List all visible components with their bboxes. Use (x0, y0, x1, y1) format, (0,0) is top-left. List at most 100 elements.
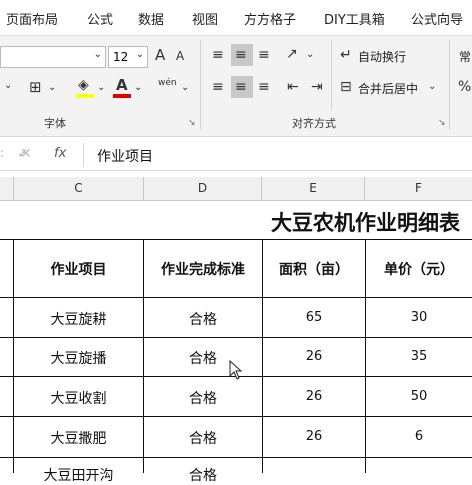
align-middle-icon: ≡ (235, 47, 247, 63)
increase-indent-icon[interactable]: ⇥ (311, 80, 323, 94)
align-center-button[interactable]: ≡ (231, 76, 253, 98)
table-cell[interactable]: 合格 (144, 348, 262, 368)
chevron-down-icon[interactable]: ⌄ (306, 50, 314, 60)
chevron-down-icon[interactable]: ⌄ (97, 83, 105, 93)
header-cell-item[interactable]: 作业项目 (14, 259, 143, 279)
table-cell[interactable]: 6 (366, 429, 472, 444)
column-header-c[interactable]: C (14, 177, 144, 200)
align-middle-button[interactable]: ≡ (231, 44, 253, 66)
table-cell[interactable]: 合格 (144, 428, 262, 448)
formula-bar: : ✕ ✓ fx 作业项目 (0, 140, 472, 171)
table-cell[interactable]: 50 (366, 389, 472, 404)
dialog-launcher-icon[interactable]: ↘ (438, 118, 446, 128)
enter-check-icon[interactable]: ✓ (17, 146, 29, 162)
column-header-e[interactable]: E (262, 177, 365, 200)
table-cell[interactable]: 大豆田开沟 (14, 465, 143, 485)
fill-color-swatch (76, 94, 94, 98)
tab-formula-wizard[interactable]: 公式向导 (411, 9, 463, 28)
header-cell-price[interactable]: 单价（元） (366, 259, 472, 279)
chevron-down-icon[interactable]: ⌄ (4, 81, 12, 91)
wrap-text-label: 自动换行 (358, 50, 407, 64)
font-color-swatch (113, 94, 131, 98)
column-header-f[interactable]: F (365, 177, 472, 200)
table-cell[interactable]: 26 (263, 349, 365, 364)
font-group-label: 字体 (44, 117, 66, 130)
ribbon: ⌄ 12 ⌄ A A ⌄ ⊞ ⌄ ◈ ⌄ A ⌄ wén ⌄ 字体 ↘ ≡ ≡ … (0, 35, 472, 137)
tab-formulas[interactable]: 公式 (87, 9, 113, 28)
group-divider (331, 40, 332, 110)
orientation-icon[interactable]: ↗ (286, 47, 298, 61)
chevron-down-icon: ⌄ (93, 49, 102, 60)
shrink-font-icon[interactable]: A (176, 50, 184, 62)
tab-data[interactable]: 数据 (138, 9, 164, 28)
ribbon-tabs: 页面布局 公式 数据 视图 方方格子 DIY工具箱 公式向导 (0, 0, 472, 35)
font-size-box[interactable]: 12 ⌄ (108, 46, 148, 68)
column-header-bar: C D E F (0, 177, 472, 201)
table-cell[interactable]: 合格 (144, 388, 262, 408)
header-cell-standard[interactable]: 作业完成标准 (144, 259, 262, 279)
number-format-box[interactable]: 常 (455, 48, 472, 66)
tab-view[interactable]: 视图 (192, 9, 218, 28)
merge-cells-icon: ⊟ (340, 79, 352, 95)
formula-input[interactable]: 作业项目 (97, 146, 153, 166)
dialog-launcher-icon[interactable]: ↘ (188, 118, 196, 128)
tab-fangfang[interactable]: 方方格子 (244, 9, 296, 28)
group-divider (449, 40, 450, 130)
wrap-text-button[interactable]: ↵ 自动换行 (340, 46, 440, 66)
fill-color-button[interactable]: ◈ (76, 78, 94, 100)
percent-icon[interactable]: % (458, 80, 471, 94)
table-cell[interactable]: 大豆旋耕 (14, 309, 143, 329)
table-cell[interactable]: 合格 (144, 309, 262, 329)
chevron-down-icon[interactable]: ⌄ (48, 83, 56, 93)
table-cell[interactable]: 35 (366, 349, 472, 364)
align-right-icon[interactable]: ≡ (258, 80, 270, 94)
font-name-box[interactable]: ⌄ (0, 46, 106, 68)
font-size-value: 12 (113, 50, 129, 64)
align-top-icon[interactable]: ≡ (212, 48, 224, 62)
table-cell[interactable]: 26 (263, 429, 365, 444)
alignment-group-label: 对齐方式 (292, 117, 336, 130)
table-title[interactable]: 大豆农机作业明细表 (140, 207, 472, 237)
worksheet-grid: 大豆农机作业明细表 作业项目 作业完成标准 面积（亩） 单价（元） 大豆旋耕 合… (0, 201, 472, 484)
tab-diy-toolbox[interactable]: DIY工具箱 (324, 9, 385, 28)
formula-divider (83, 143, 84, 167)
number-format-label: 常 (459, 50, 472, 64)
header-cell-area[interactable]: 面积（亩） (263, 259, 365, 279)
merge-center-button[interactable]: ⊟ 合并后居中 ⌄ (340, 78, 440, 98)
paint-bucket-icon: ◈ (78, 77, 89, 93)
wrap-text-icon: ↵ (340, 47, 352, 63)
align-left-icon[interactable]: ≡ (212, 80, 224, 94)
group-divider (200, 40, 201, 130)
table-cell[interactable]: 大豆撒肥 (14, 428, 143, 448)
chevron-down-icon[interactable]: ⌄ (181, 83, 189, 93)
font-color-button[interactable]: A (113, 78, 131, 100)
chevron-icon: : (0, 146, 5, 160)
table-border (0, 239, 472, 240)
align-bottom-icon[interactable]: ≡ (258, 48, 270, 62)
decrease-indent-icon[interactable]: ⇤ (287, 80, 299, 94)
table-cell[interactable]: 大豆旋播 (14, 348, 143, 368)
chevron-down-icon: ⌄ (135, 49, 144, 60)
merge-center-label: 合并后居中 (358, 82, 419, 96)
phonetic-icon[interactable]: wén (158, 79, 177, 88)
border-icon[interactable]: ⊞ (29, 80, 42, 95)
tab-page-layout[interactable]: 页面布局 (6, 9, 58, 28)
column-header-d[interactable]: D (144, 177, 262, 200)
table-cell[interactable]: 大豆收割 (14, 388, 143, 408)
table-cell[interactable]: 30 (366, 310, 472, 325)
table-border (0, 457, 472, 458)
column-header-b[interactable] (0, 177, 14, 200)
grow-font-icon[interactable]: A (155, 48, 165, 63)
chevron-down-icon: ⌄ (428, 81, 437, 92)
insert-function-icon[interactable]: fx (54, 146, 66, 161)
table-border (0, 297, 472, 298)
table-cell[interactable]: 合格 (144, 465, 262, 485)
align-center-icon: ≡ (235, 79, 247, 95)
table-cell[interactable]: 26 (263, 389, 365, 404)
font-color-icon: A (116, 76, 128, 94)
table-cell[interactable]: 65 (263, 310, 365, 325)
table-border (0, 416, 472, 417)
mouse-cursor-icon (229, 360, 243, 380)
table-border (0, 337, 472, 338)
chevron-down-icon[interactable]: ⌄ (134, 83, 142, 93)
